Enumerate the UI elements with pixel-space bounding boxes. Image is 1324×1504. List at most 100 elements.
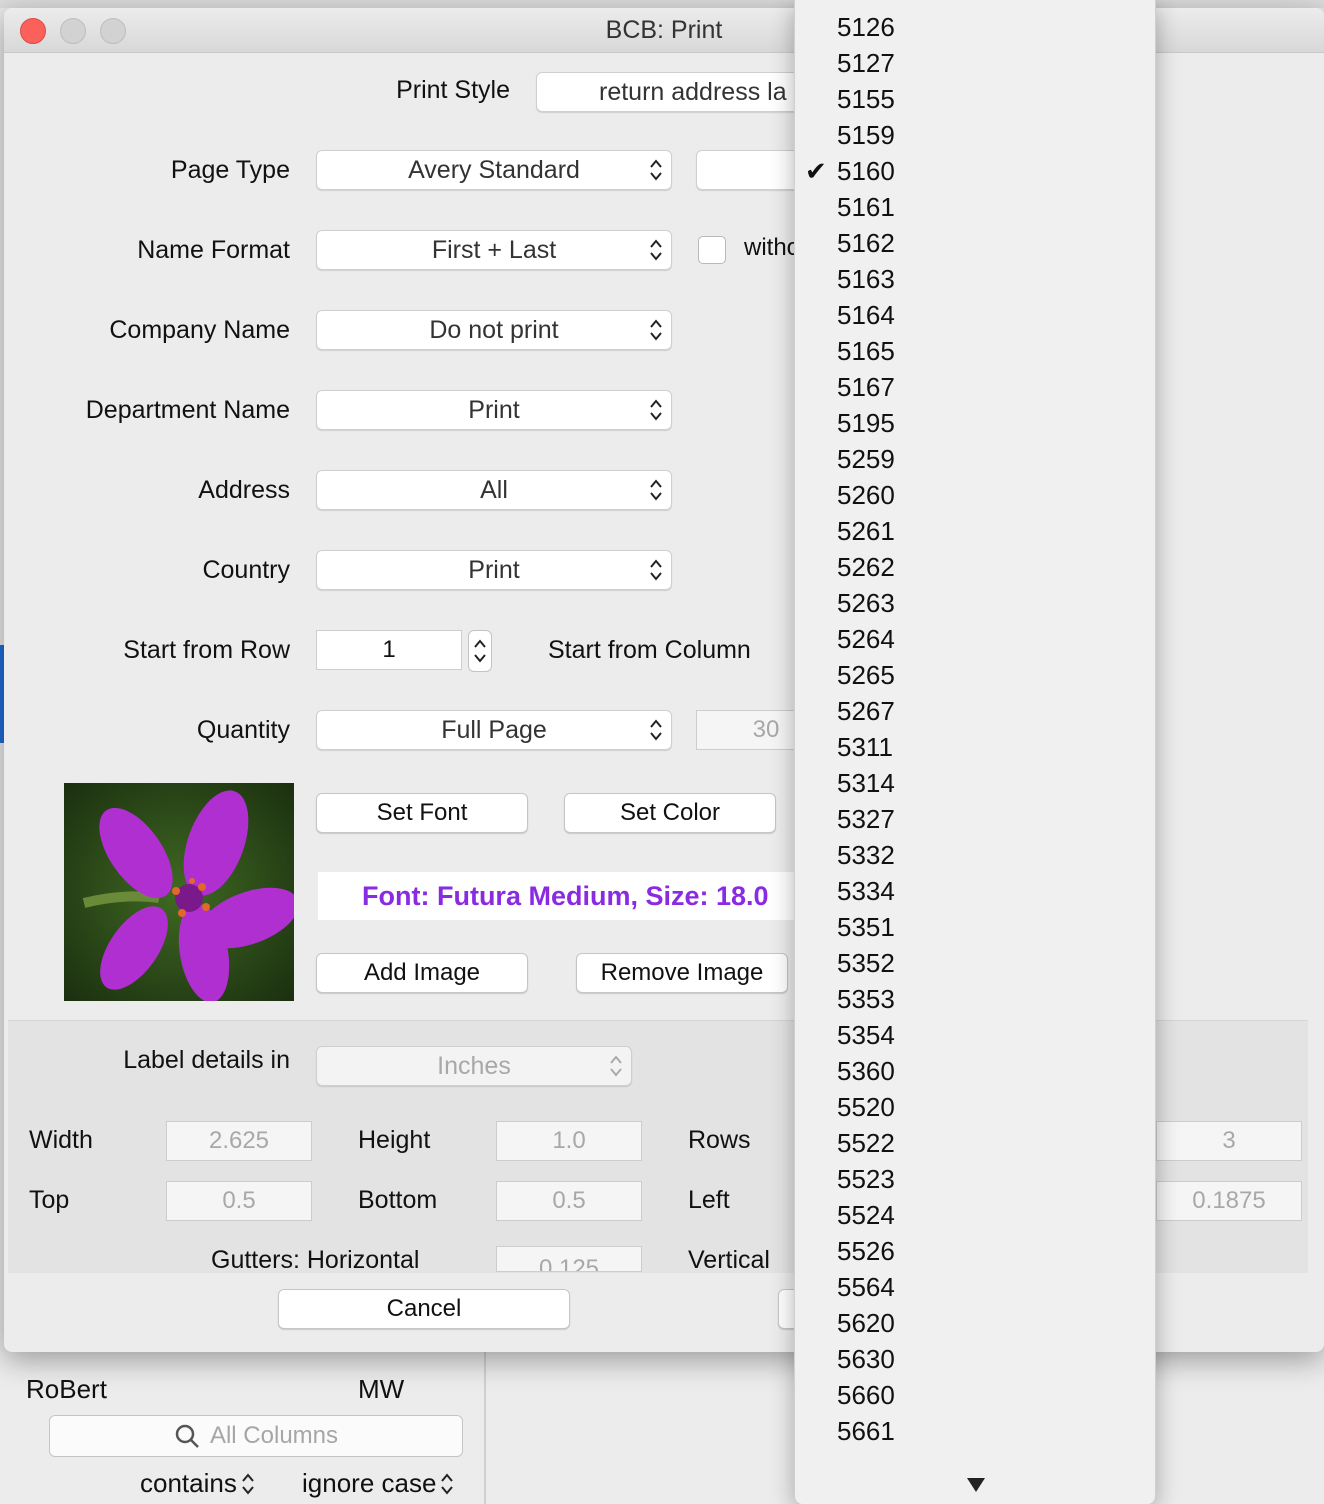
filter-case-label: ignore case: [302, 1468, 437, 1498]
menu-item-5334[interactable]: 5334: [837, 873, 895, 909]
menu-item-5314[interactable]: 5314: [837, 765, 895, 801]
height-label: Height: [358, 1126, 431, 1154]
menu-item-5259[interactable]: 5259: [837, 441, 895, 477]
left-field[interactable]: 0.1875: [1156, 1181, 1302, 1221]
cancel-button[interactable]: Cancel: [278, 1289, 570, 1329]
page-number-menu: 5126 5127 5155 5159 5160 ✔ 5161 5162 5163 5164 516…: [794, 0, 1156, 1504]
menu-item-5267[interactable]: 5267: [837, 693, 895, 729]
top-label: Top: [29, 1186, 70, 1214]
menu-item-5523[interactable]: 5523: [837, 1161, 895, 1197]
menu-item-5261[interactable]: 5261: [837, 513, 895, 549]
start-row-field[interactable]: 1: [316, 630, 462, 670]
units-value: Inches: [437, 1051, 511, 1080]
search-field[interactable]: All Columns: [49, 1415, 463, 1457]
menu-item-5661[interactable]: 5661: [837, 1413, 895, 1449]
search-icon: [175, 1424, 199, 1448]
menu-item-5164[interactable]: 5164: [837, 297, 895, 333]
set-font-button[interactable]: Set Font: [316, 793, 528, 833]
menu-item-5630[interactable]: 5630: [837, 1341, 895, 1377]
print-style-value: return address la: [599, 77, 787, 106]
filter-contains-popup[interactable]: contains: [140, 1468, 255, 1499]
menu-item-5160[interactable]: 5160: [837, 153, 895, 189]
start-column-label: Start from Column: [548, 636, 751, 664]
gutters-horizontal-label: Gutters: Horizontal: [211, 1246, 420, 1274]
units-popup[interactable]: Inches: [316, 1046, 632, 1086]
company-name-label: Company Name: [109, 316, 290, 344]
print-style-popup[interactable]: return address la: [536, 72, 836, 112]
width-field[interactable]: 2.625: [166, 1121, 312, 1161]
without-checkbox[interactable]: [698, 236, 726, 264]
department-name-popup[interactable]: Print: [316, 390, 672, 430]
menu-item-5360[interactable]: 5360: [837, 1053, 895, 1089]
menu-item-5332[interactable]: 5332: [837, 837, 895, 873]
menu-item-5524[interactable]: 5524: [837, 1197, 895, 1233]
without-checkbox-label: witho: [744, 234, 801, 261]
rows-field[interactable]: 3: [1156, 1121, 1302, 1161]
background-name-cell[interactable]: RoBert: [26, 1374, 107, 1405]
menu-item-5354[interactable]: 5354: [837, 1017, 895, 1053]
width-label: Width: [29, 1126, 93, 1154]
menu-item-5564[interactable]: 5564: [837, 1269, 895, 1305]
height-field[interactable]: 1.0: [496, 1121, 642, 1161]
menu-item-5260[interactable]: 5260: [837, 477, 895, 513]
menu-item-5195[interactable]: 5195: [837, 405, 895, 441]
add-image-button[interactable]: Add Image: [316, 953, 528, 993]
address-popup[interactable]: All: [316, 470, 672, 510]
print-style-label: Print Style: [396, 76, 510, 104]
stepper-arrows-icon: [474, 639, 486, 663]
country-value: Print: [468, 555, 520, 584]
menu-item-5161[interactable]: 5161: [837, 189, 895, 225]
label-details-label: Label details in: [123, 1046, 290, 1074]
menu-item-5159[interactable]: 5159: [837, 117, 895, 153]
bottom-label: Bottom: [358, 1186, 438, 1214]
rows-label: Rows: [688, 1126, 751, 1154]
menu-item-5352[interactable]: 5352: [837, 945, 895, 981]
company-name-popup[interactable]: Do not print: [316, 310, 672, 350]
menu-item-5262[interactable]: 5262: [837, 549, 895, 585]
menu-item-5353[interactable]: 5353: [837, 981, 895, 1017]
gutters-horizontal-field[interactable]: 0.125: [496, 1246, 642, 1272]
menu-item-5620[interactable]: 5620: [837, 1305, 895, 1341]
menu-item-5126[interactable]: 5126: [837, 9, 895, 45]
background-code-cell[interactable]: MW: [358, 1374, 404, 1405]
address-label: Address: [198, 476, 290, 504]
quantity-popup[interactable]: Full Page: [316, 710, 672, 750]
menu-item-5522[interactable]: 5522: [837, 1125, 895, 1161]
menu-item-5263[interactable]: 5263: [837, 585, 895, 621]
menu-item-5167[interactable]: 5167: [837, 369, 895, 405]
page-type-popup[interactable]: Avery Standard: [316, 150, 672, 190]
start-row-label: Start from Row: [123, 636, 290, 664]
menu-item-5264[interactable]: 5264: [837, 621, 895, 657]
menu-item-5163[interactable]: 5163: [837, 261, 895, 297]
menu-item-5265[interactable]: 5265: [837, 657, 895, 693]
left-label: Left: [688, 1186, 730, 1214]
menu-item-5127[interactable]: 5127: [837, 45, 895, 81]
updown-chevron-icon: [242, 1472, 254, 1495]
scroll-down-arrow-icon[interactable]: [965, 1476, 987, 1494]
set-color-button[interactable]: Set Color: [564, 793, 776, 833]
bottom-field[interactable]: 0.5: [496, 1181, 642, 1221]
updown-chevron-icon: [610, 1055, 622, 1077]
menu-item-5526[interactable]: 5526: [837, 1233, 895, 1269]
menu-item-5162[interactable]: 5162: [837, 225, 895, 261]
top-field[interactable]: 0.5: [166, 1181, 312, 1221]
start-row-stepper[interactable]: [468, 630, 492, 672]
country-label: Country: [202, 556, 290, 584]
quantity-value: Full Page: [441, 715, 547, 744]
company-name-value: Do not print: [429, 315, 559, 344]
menu-item-5311[interactable]: 5311: [837, 729, 893, 765]
checkmark-icon: ✔: [805, 156, 827, 186]
menu-item-5165[interactable]: 5165: [837, 333, 895, 369]
name-format-popup[interactable]: First + Last: [316, 230, 672, 270]
updown-chevron-icon: [441, 1472, 454, 1495]
remove-image-button[interactable]: Remove Image: [576, 953, 788, 993]
menu-item-5660[interactable]: 5660: [837, 1377, 895, 1413]
menu-item-5351[interactable]: 5351: [837, 909, 895, 945]
menu-item-5155[interactable]: 5155: [837, 81, 895, 117]
country-popup[interactable]: Print: [316, 550, 672, 590]
background-column-divider: [484, 1352, 486, 1504]
filter-case-popup[interactable]: ignore case: [302, 1468, 454, 1499]
menu-item-5327[interactable]: 5327: [837, 801, 895, 837]
menu-item-5520[interactable]: 5520: [837, 1089, 895, 1125]
department-name-label: Department Name: [85, 396, 290, 424]
